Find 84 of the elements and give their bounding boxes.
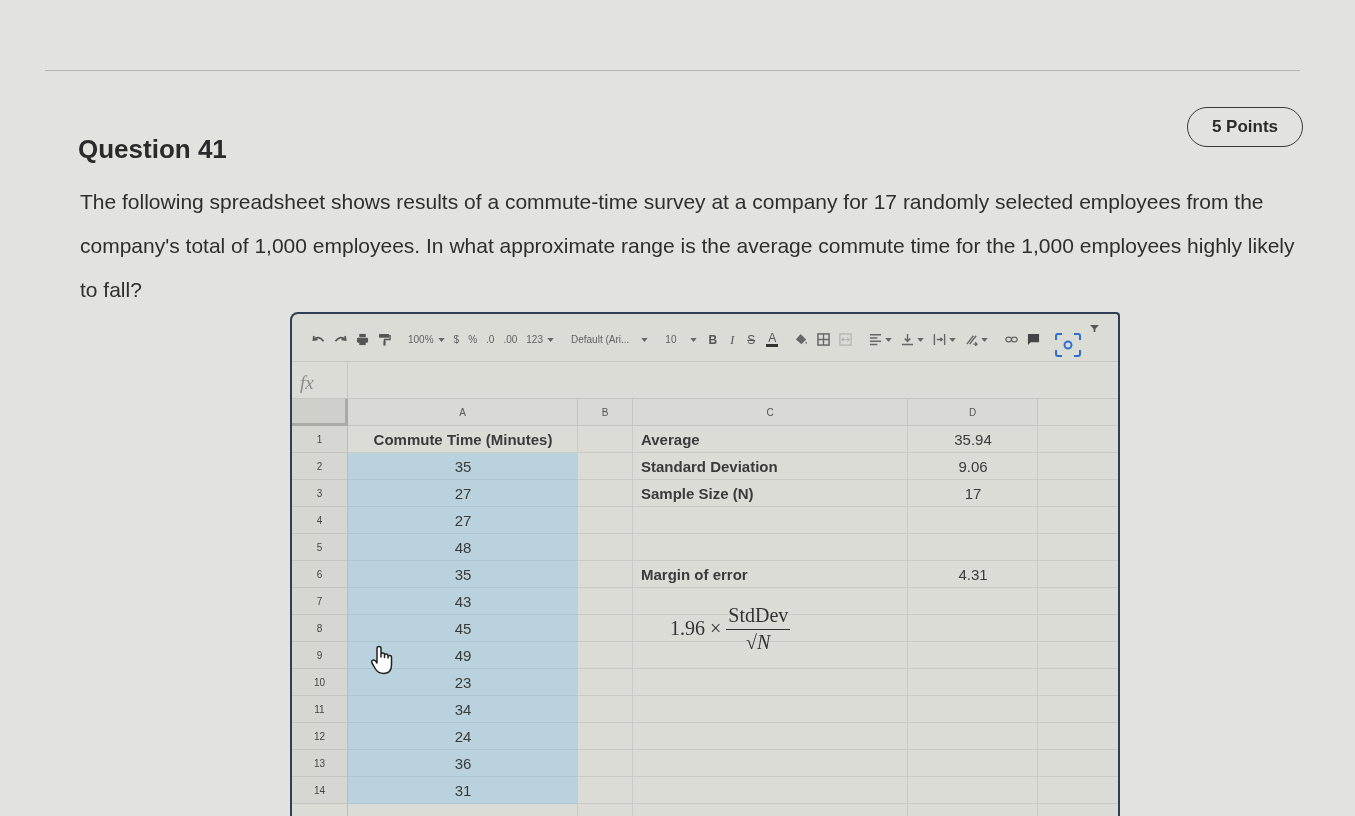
selected-cell: 36 — [348, 750, 578, 777]
paint-roller-icon[interactable] — [378, 333, 391, 346]
format-button[interactable]: % — [468, 332, 478, 347]
bold-button[interactable]: B — [706, 332, 720, 347]
vertical-align-dropdown[interactable] — [901, 333, 925, 346]
statistic-label: Standard Deviation — [640, 457, 779, 477]
text-wrap-icon — [933, 333, 947, 346]
selected-cell: 23 — [348, 669, 578, 696]
row-header[interactable]: 14 — [292, 777, 348, 804]
align-bottom-icon — [901, 333, 915, 346]
statistic-value: 17 — [963, 484, 983, 504]
filter-icon[interactable] — [1090, 325, 1100, 332]
selected-cell: 43 — [348, 588, 578, 615]
selected-cell: 27 — [348, 507, 578, 534]
statistic-label: Margin of error — [640, 565, 749, 585]
question-text: The following spreadsheet shows results of a commute-time survey at a company for 17 randomly selected employees from the company's total of 1,000 employees. In what approximate range is the average commute time for the 1,000 employees highly likely to fall? — [80, 189, 1296, 303]
borders-icon[interactable] — [817, 333, 831, 346]
rotate-dropdown[interactable] — [965, 333, 989, 346]
statistic-label: Average — [640, 430, 701, 450]
formula-denominator: √N — [746, 629, 771, 654]
selected-cell: 45 — [348, 615, 578, 642]
text-rotate-icon — [965, 333, 979, 346]
format-button[interactable]: $ — [453, 332, 460, 347]
font-dropdown[interactable]: Default (Ari... — [571, 332, 649, 347]
selected-cell: 24 — [348, 723, 578, 750]
zoom-dropdown[interactable]: 100% — [408, 332, 445, 347]
column-header[interactable]: D — [908, 399, 1038, 426]
row-header[interactable]: 3 — [292, 480, 348, 507]
caret-icon — [981, 337, 989, 342]
statistic-value: 4.31 — [957, 565, 989, 585]
selected-cell: 31 — [348, 777, 578, 804]
hand-cursor-icon — [370, 645, 394, 675]
align-left-icon — [869, 333, 883, 346]
caret-icon — [917, 337, 925, 342]
row-header[interactable]: 6 — [292, 561, 348, 588]
row-header[interactable]: 9 — [292, 642, 348, 669]
selected-cell: 35 — [348, 453, 578, 480]
caret-icon — [641, 337, 649, 342]
align-dropdown[interactable] — [869, 333, 893, 346]
format-button[interactable]: .0 — [486, 332, 495, 347]
caret-icon — [690, 337, 698, 342]
statistic-label: Sample Size (N) — [640, 484, 755, 504]
text-color-button[interactable]: A — [766, 332, 779, 347]
caret-icon — [547, 337, 554, 342]
row-header[interactable]: 12 — [292, 723, 348, 750]
wrap-dropdown[interactable] — [933, 333, 957, 346]
selected-cell: 49 — [348, 642, 578, 669]
row-header[interactable]: 13 — [292, 750, 348, 777]
row-header[interactable]: 7 — [292, 588, 348, 615]
strikethrough-button[interactable]: S — [745, 332, 758, 347]
caret-icon — [949, 337, 957, 342]
comment-icon[interactable] — [1027, 333, 1041, 346]
row-header[interactable]: 11 — [292, 696, 348, 723]
paint-bucket-icon[interactable] — [795, 333, 809, 346]
column-header[interactable]: C — [633, 399, 908, 426]
caret-icon — [885, 337, 893, 342]
italic-button[interactable]: I — [728, 332, 737, 347]
scan-icon[interactable] — [1055, 332, 1082, 357]
statistic-value: 9.06 — [957, 457, 989, 477]
column-header[interactable]: B — [578, 399, 633, 426]
link-icon[interactable] — [1005, 333, 1019, 346]
row-header[interactable]: 8 — [292, 615, 348, 642]
question-title: Question 41 — [78, 133, 227, 165]
row-header[interactable]: 4 — [292, 507, 348, 534]
selected-cell: 27 — [348, 480, 578, 507]
selected-cell: 35 — [348, 561, 578, 588]
print-icon[interactable] — [356, 333, 369, 346]
merge-cells-icon[interactable] — [839, 333, 853, 346]
format-dropdown[interactable]: 123 — [526, 332, 554, 347]
format-button[interactable]: .00 — [503, 332, 518, 347]
selected-cell: 34 — [348, 696, 578, 723]
formula-label: fx — [292, 362, 348, 398]
column-header[interactable]: A — [348, 399, 578, 426]
row-header[interactable]: 10 — [292, 669, 348, 696]
statistic-value: 35.94 — [953, 430, 993, 450]
caret-icon — [437, 337, 445, 342]
row-header[interactable]: 2 — [292, 453, 348, 480]
selected-cell: 48 — [348, 534, 578, 561]
row-header[interactable]: 1 — [292, 426, 348, 453]
row-header[interactable]: 5 — [292, 534, 348, 561]
formula-coefficient: 1.96 × — [670, 617, 722, 640]
column-title: Commute Time (Minutes) — [372, 430, 554, 450]
formula-numerator: StdDev — [726, 603, 791, 630]
font-size-dropdown[interactable]: 10 — [665, 332, 698, 347]
